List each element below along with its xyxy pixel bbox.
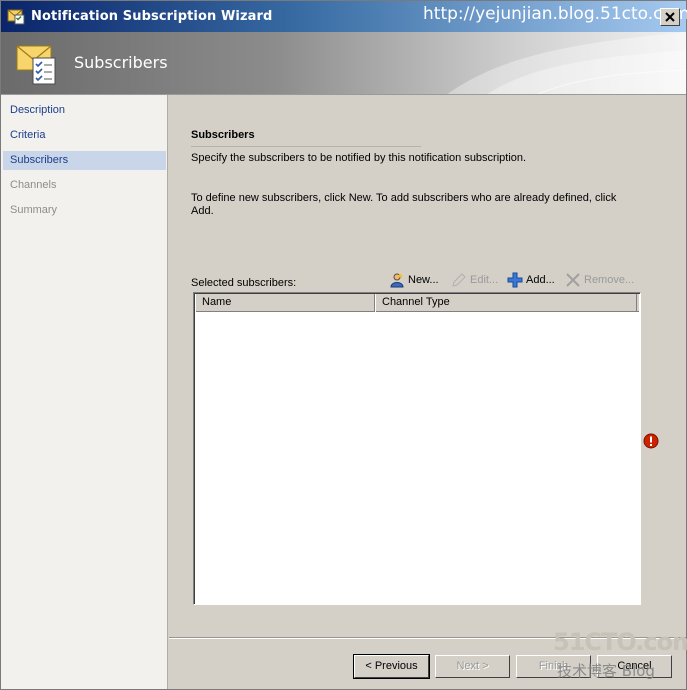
wizard-banner: Subscribers — [1, 32, 686, 95]
title-bar[interactable]: Notification Subscription Wizard http://… — [1, 1, 687, 32]
banner-swoosh-decoration — [447, 32, 686, 94]
close-icon — [665, 12, 675, 22]
selected-subscribers-label: Selected subscribers: — [191, 277, 297, 289]
subscriber-envelope-icon — [16, 45, 56, 85]
nav-item-subscribers[interactable]: Subscribers — [3, 151, 166, 170]
new-button[interactable]: New... — [389, 271, 439, 289]
edit-button: Edit... — [451, 271, 498, 289]
footer-divider — [169, 637, 686, 639]
column-header-name[interactable]: Name — [195, 294, 375, 312]
nav-item-criteria[interactable]: Criteria — [3, 126, 166, 145]
remove-button-label: Remove... — [584, 274, 635, 286]
subscribers-list[interactable]: Name Channel Type — [193, 292, 641, 605]
instructions-text: To define new subscribers, click New. To… — [191, 192, 617, 217]
banner-title: Subscribers — [74, 53, 168, 72]
window-title: Notification Subscription Wizard — [31, 9, 273, 24]
close-button[interactable] — [660, 8, 680, 26]
add-button[interactable]: Add... — [507, 271, 555, 289]
wizard-icon — [7, 9, 25, 25]
nav-item-summary: Summary — [10, 204, 58, 216]
section-title: Subscribers — [191, 129, 255, 141]
list-header: Name Channel Type — [195, 294, 639, 312]
nav-item-description[interactable]: Description — [3, 101, 166, 120]
error-icon — [643, 433, 659, 449]
next-button: Next > — [435, 655, 510, 678]
wizard-content: Subscribers Specify the subscribers to b… — [169, 95, 686, 689]
wizard-step-nav: Description Criteria Subscribers Channel… — [1, 95, 168, 689]
plus-icon — [507, 272, 523, 288]
previous-button[interactable]: < Previous — [353, 654, 430, 679]
nav-item-channels: Channels — [10, 179, 57, 191]
add-button-label: Add... — [526, 274, 555, 286]
remove-x-icon — [566, 273, 580, 287]
wizard-window: Notification Subscription Wizard http://… — [0, 0, 687, 690]
new-button-label: New... — [408, 274, 439, 286]
pencil-icon — [452, 273, 466, 287]
edit-button-label: Edit... — [470, 274, 499, 286]
watermark-url: http://yejunjian.blog.51cto.com — [423, 4, 687, 24]
finish-button: Finish — [516, 655, 591, 678]
column-header-channel-type[interactable]: Channel Type — [375, 294, 637, 312]
cancel-button[interactable]: Cancel — [597, 655, 672, 678]
remove-button: Remove... — [565, 271, 634, 289]
section-divider — [191, 146, 421, 147]
section-description: Specify the subscribers to be notified b… — [191, 152, 527, 164]
new-subscriber-icon — [390, 273, 404, 288]
